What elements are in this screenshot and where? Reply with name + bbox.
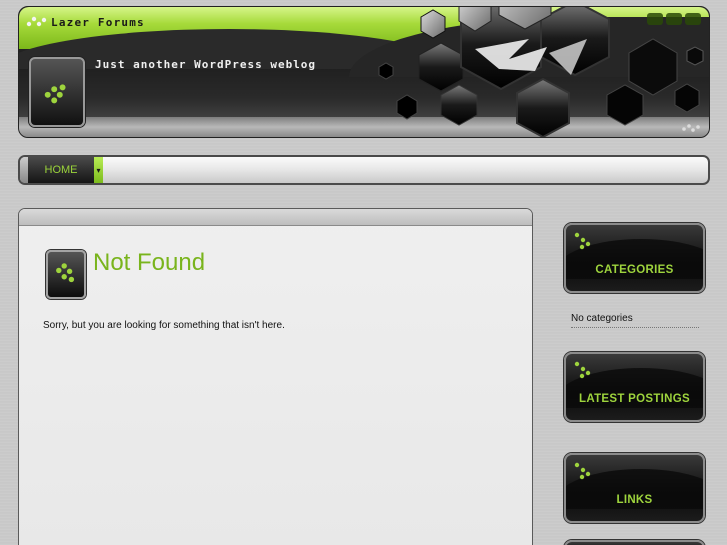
site-description: Just another WordPress weblog bbox=[95, 58, 317, 71]
dots-widget-icon bbox=[574, 462, 591, 480]
widget-categories: CATEGORIES bbox=[564, 223, 705, 293]
content-topbar bbox=[19, 209, 532, 226]
dots-logo-icon bbox=[44, 84, 66, 104]
main-nav: HOME ▾ bbox=[18, 155, 710, 185]
chevron-down-icon[interactable]: ▾ bbox=[94, 157, 103, 183]
dots-widget-icon bbox=[574, 232, 591, 250]
post-icon-box bbox=[46, 250, 86, 299]
widget-title-links: LINKS bbox=[616, 494, 653, 506]
widget-next-partial bbox=[564, 540, 705, 545]
header-logo-box bbox=[29, 57, 85, 127]
hexagon-artwork bbox=[378, 7, 704, 137]
widget-title-categories: CATEGORIES bbox=[595, 264, 674, 276]
corner-logo-icon bbox=[682, 124, 700, 132]
nav-left-cap bbox=[20, 157, 28, 183]
dots-widget-icon bbox=[574, 361, 591, 379]
page-title: Not Found bbox=[93, 249, 206, 276]
site-logo-icon bbox=[26, 16, 47, 27]
widget-links: LINKS bbox=[564, 453, 705, 523]
categories-empty-text: No categories bbox=[571, 313, 699, 328]
site-header: Lazer Forums Just another WordPress webl… bbox=[18, 6, 710, 138]
main-content: Not Found Sorry, but you are looking for… bbox=[18, 208, 533, 545]
dots-post-icon bbox=[56, 263, 75, 283]
nav-item-home[interactable]: HOME bbox=[28, 157, 94, 183]
widget-latest-postings: LATEST POSTINGS bbox=[564, 352, 705, 422]
not-found-message: Sorry, but you are looking for something… bbox=[43, 320, 285, 331]
site-title[interactable]: Lazer Forums bbox=[51, 16, 145, 29]
widget-title-latest-postings: LATEST POSTINGS bbox=[579, 393, 690, 405]
